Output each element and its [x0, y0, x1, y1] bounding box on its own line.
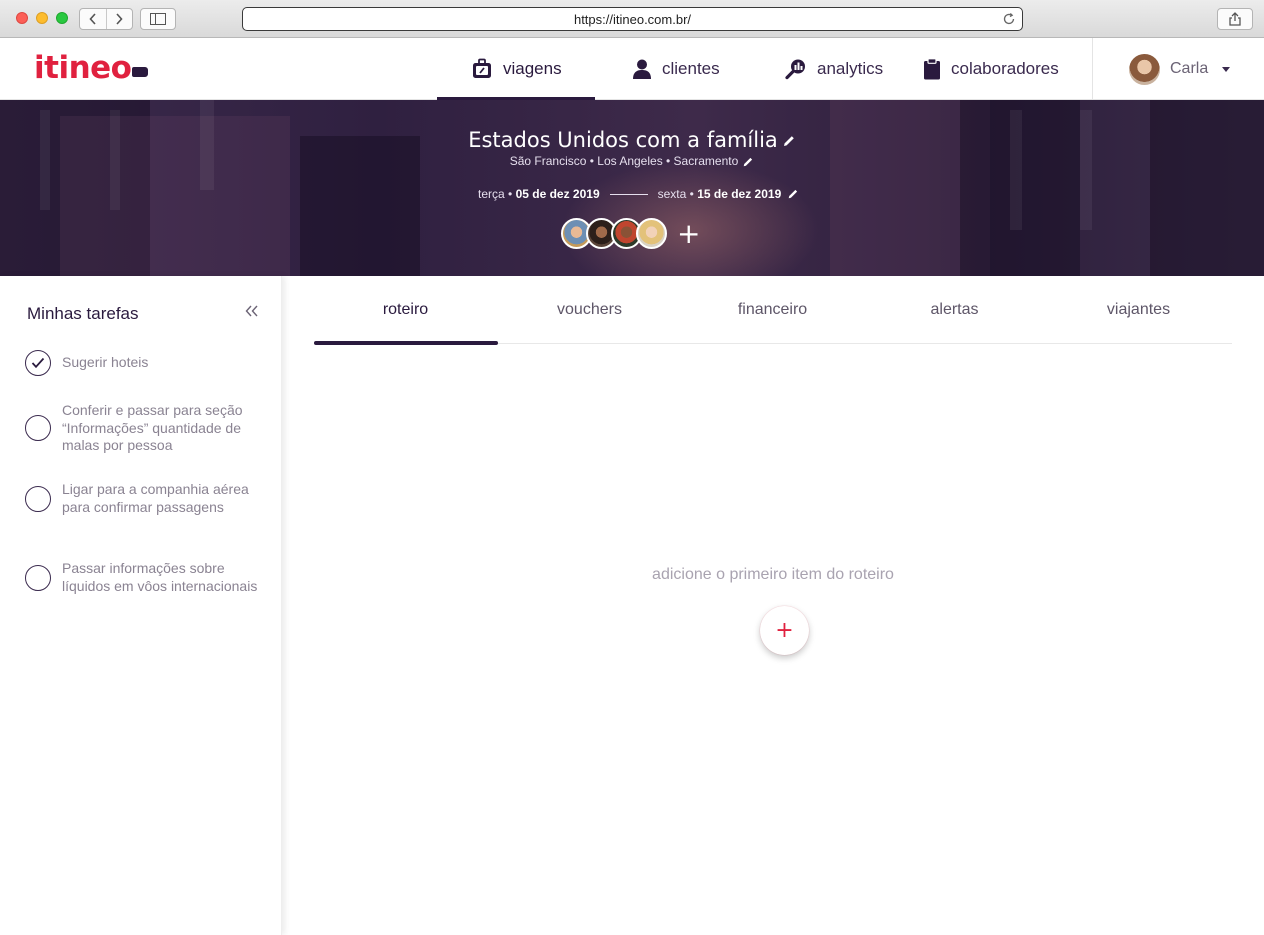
sidebar-toggle-button[interactable] — [140, 8, 176, 30]
tasks-sidebar: Minhas tarefas Sugerir hoteis Conferir e… — [0, 276, 282, 935]
task-checkbox-checked[interactable] — [25, 350, 51, 376]
traveler-avatars: + — [561, 218, 700, 249]
minimize-window-button[interactable] — [36, 12, 48, 24]
reload-icon[interactable] — [1002, 12, 1016, 26]
nav-viagens[interactable]: viagens — [471, 38, 562, 100]
trip-hero-banner: Estados Unidos com a família São Francis… — [0, 100, 1264, 276]
task-text: Passar informações sobre líquidos em vôo… — [62, 560, 258, 594]
magnifier-chart-icon — [785, 59, 805, 80]
task-text: Sugerir hoteis — [62, 354, 149, 371]
tab-viajantes[interactable]: viajantes — [1047, 276, 1230, 344]
task-item: Conferir e passar para seção “Informaçõe… — [25, 402, 265, 455]
suitcase-icon — [473, 58, 491, 78]
logo-text: itineo — [34, 50, 132, 86]
tab-vouchers[interactable]: vouchers — [498, 276, 681, 344]
task-item: Passar informações sobre líquidos em vôo… — [25, 560, 265, 595]
trip-title-text: Estados Unidos com a família — [468, 128, 778, 152]
start-weekday: terça • — [478, 187, 513, 201]
share-icon — [1229, 12, 1241, 26]
itineo-logo[interactable]: itineo — [34, 50, 149, 86]
tab-label: roteiro — [382, 301, 429, 318]
task-checkbox[interactable] — [25, 564, 51, 591]
task-text: Conferir e passar para seção “Informaçõe… — [62, 402, 243, 453]
tab-label: vouchers — [557, 301, 622, 318]
edit-pencil-icon[interactable] — [782, 134, 796, 148]
nav-label: clientes — [662, 59, 720, 78]
add-itinerary-item-button[interactable]: + — [760, 606, 809, 655]
forward-button[interactable] — [105, 9, 133, 29]
background-building — [1150, 100, 1264, 276]
trip-cities-text: São Francisco • Los Angeles • Sacramento — [509, 154, 739, 168]
start-date: 05 de dez 2019 — [515, 187, 600, 201]
share-button[interactable] — [1217, 8, 1253, 30]
nav-clientes[interactable]: clientes — [632, 38, 720, 100]
task-item: Sugerir hoteis — [25, 350, 265, 376]
trip-tabs: roteiro vouchers financeiro alertas viaj… — [314, 276, 1232, 345]
clipboard-icon — [924, 58, 940, 80]
nav-label: viagens — [503, 59, 562, 78]
trip-cities[interactable]: São Francisco • Los Angeles • Sacramento — [0, 154, 1264, 168]
tab-label: alertas — [930, 301, 979, 318]
add-traveler-button[interactable]: + — [677, 219, 700, 248]
chevron-right-icon — [116, 13, 123, 25]
tab-roteiro[interactable]: roteiro — [314, 276, 498, 345]
url-text: https://itineo.com.br/ — [573, 11, 692, 27]
collapse-sidebar-icon[interactable] — [244, 304, 260, 318]
task-text: Ligar para a companhia aérea para confir… — [62, 481, 249, 515]
task-item: Ligar para a companhia aérea para confir… — [25, 481, 265, 516]
task-checkbox[interactable] — [25, 415, 51, 442]
nav-label: colaboradores — [951, 59, 1059, 78]
task-checkbox[interactable] — [25, 485, 51, 512]
user-icon — [633, 59, 651, 79]
nav-colaboradores[interactable]: colaboradores — [923, 38, 1059, 100]
tab-financeiro[interactable]: financeiro — [681, 276, 864, 344]
end-date: 15 de dez 2019 — [697, 187, 782, 201]
address-bar[interactable]: https://itineo.com.br/ — [242, 7, 1023, 31]
end-weekday: sexta • — [657, 187, 694, 201]
tab-alertas[interactable]: alertas — [863, 276, 1046, 344]
trip-title[interactable]: Estados Unidos com a família — [0, 128, 1264, 152]
user-name: Carla — [1170, 60, 1209, 77]
edit-pencil-icon[interactable] — [787, 188, 799, 200]
chevron-left-icon — [89, 13, 96, 25]
app-header: itineo viagens clientes analytics colabo… — [0, 38, 1264, 100]
tab-label: financeiro — [737, 301, 808, 318]
close-window-button[interactable] — [16, 12, 28, 24]
nav-analytics[interactable]: analytics — [785, 38, 883, 100]
trip-dates[interactable]: terça • 05 de dez 2019 sexta • 15 de dez… — [478, 186, 799, 202]
sidebar-title: Minhas tarefas — [27, 304, 139, 323]
avatar — [1129, 53, 1160, 85]
user-menu[interactable]: Carla — [1092, 38, 1264, 100]
luggage-tag-icon — [132, 67, 149, 77]
nav-label: analytics — [817, 59, 884, 78]
caret-down-icon — [1222, 66, 1231, 72]
history-nav — [79, 8, 133, 30]
sidebar-icon — [150, 13, 166, 25]
edit-pencil-icon[interactable] — [742, 156, 754, 168]
checkmark-icon — [31, 357, 45, 369]
date-separator-line — [609, 193, 648, 195]
zoom-window-button[interactable] — [56, 12, 68, 24]
empty-state-message: adicione o primeiro item do roteiro — [652, 566, 894, 583]
traveler-avatar[interactable] — [636, 218, 667, 249]
tab-label: viajantes — [1106, 301, 1171, 318]
back-button[interactable] — [80, 9, 106, 29]
active-tab-indicator — [314, 341, 498, 345]
browser-toolbar: https://itineo.com.br/ — [0, 0, 1264, 38]
